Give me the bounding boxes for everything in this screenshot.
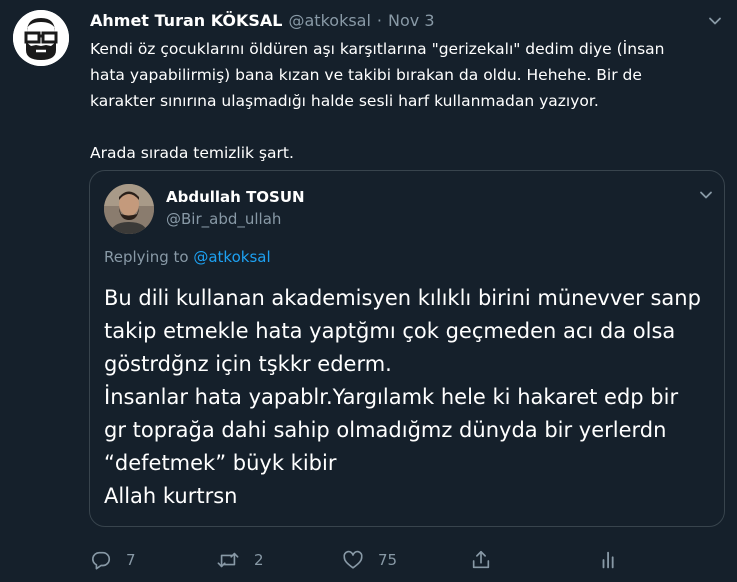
like-count: 75 [378,551,398,569]
tweet-paragraph: Kendi öz çocuklarını öldüren aşı karşıtl… [90,40,665,110]
replying-to: Replying to @atkoksal [104,248,271,266]
quoted-text-line: “defetmek” büyk kibir [104,451,337,475]
quoted-author-name[interactable]: Abdullah TOSUN [166,188,305,206]
reply-count: 7 [126,551,136,569]
analytics-button[interactable] [598,545,620,575]
tweet-paragraph: Arada sırada temizlik şart. [90,144,294,162]
quoted-author-handle[interactable]: @Bir_abd_ullah [166,210,281,228]
retweet-count: 2 [254,551,264,569]
analytics-icon [602,551,614,569]
share-icon [472,550,490,569]
reply-button[interactable]: 7 [90,545,136,575]
tweet-header: Ahmet Turan KÖKSAL @atkoksal · Nov 3 [90,8,727,32]
quoted-text-line: Bu dili kullanan akademisyen kılıklı bir… [104,286,701,310]
chevron-down-icon [709,17,721,25]
quoted-text-line: Allah kurtrsn [104,484,238,508]
quoted-tweet[interactable]: Abdullah TOSUN @Bir_abd_ullah Replying t… [89,170,725,527]
chevron-down-icon [700,191,712,199]
author-name[interactable]: Ahmet Turan KÖKSAL [90,11,283,30]
separator-dot: · [376,10,383,30]
replying-mention-link[interactable]: @atkoksal [193,248,270,266]
retweet-icon [217,552,239,568]
author-handle[interactable]: @atkoksal [289,11,371,30]
author-avatar[interactable] [13,10,69,66]
quoted-more-options-button[interactable] [694,183,718,207]
tweet-actions: 7 2 75 [88,545,728,575]
retweet-button[interactable]: 2 [216,545,264,575]
quoted-tweet-text: Bu dili kullanan akademisyen kılıklı bir… [104,282,720,513]
tweet-date[interactable]: Nov 3 [388,11,435,30]
person-photo-icon [104,184,154,234]
quoted-author-avatar[interactable] [104,184,154,234]
replying-label: Replying to [104,248,189,266]
share-button[interactable] [470,545,492,575]
reply-icon [91,551,111,570]
tweet-text: Kendi öz çocuklarını öldüren aşı karşıtl… [90,36,720,166]
bearded-glasses-avatar-icon [13,10,69,66]
more-options-button[interactable] [703,9,727,33]
quoted-text-line: İnsanlar hata yapablr.Yargılamk hele ki … [104,385,679,409]
quoted-text-line: göstrdğnz için tşkkr ederm. [104,352,392,376]
heart-icon [343,550,363,569]
quoted-text-line: gr toprağa dahi sahip olmadığmz dünyda b… [104,418,667,442]
quoted-text-line: takip etmekle hata yaptğmı çok geçmeden … [104,319,676,343]
like-button[interactable]: 75 [342,545,397,575]
